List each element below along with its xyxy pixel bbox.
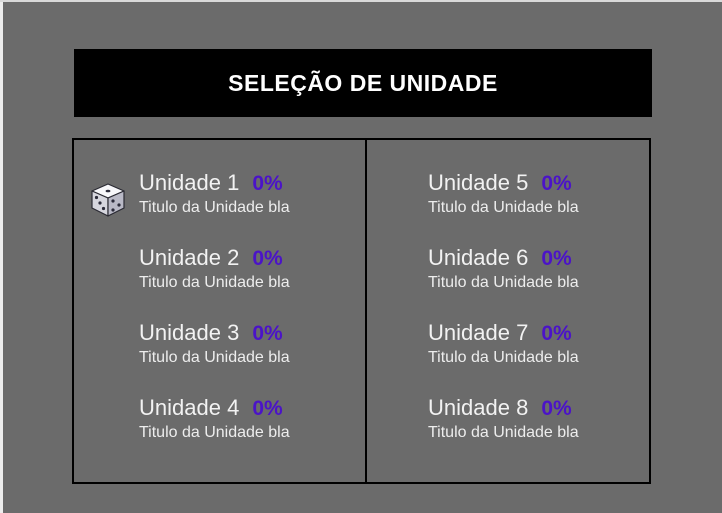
unit-subtitle: Titulo da Unidade bla — [428, 199, 579, 216]
unit-subtitle: Titulo da Unidade bla — [139, 424, 290, 441]
unit-name: Unidade 5 — [428, 170, 529, 195]
unit-progress: 0% — [252, 397, 283, 420]
unit-progress: 0% — [541, 397, 572, 420]
unit-subtitle: Titulo da Unidade bla — [139, 274, 290, 291]
unit-progress: 0% — [252, 322, 283, 345]
unit-progress: 0% — [541, 172, 572, 195]
unit-4[interactable]: Unidade 4 0% Titulo da Unidade bla — [139, 396, 290, 443]
unit-selection-screen: SELEÇÃO DE UNIDADE Unidade 1 0% Titulo d… — [0, 0, 722, 513]
window-edge-top — [0, 0, 722, 2]
unit-5[interactable]: Unidade 5 0% Titulo da Unidade bla — [428, 171, 579, 218]
unit-7[interactable]: Unidade 7 0% Titulo da Unidade bla — [428, 321, 579, 368]
unit-2[interactable]: Unidade 2 0% Titulo da Unidade bla — [139, 246, 290, 293]
unit-subtitle: Titulo da Unidade bla — [428, 349, 579, 366]
unit-progress: 0% — [252, 247, 283, 270]
unit-name: Unidade 6 — [428, 245, 529, 270]
unit-6[interactable]: Unidade 6 0% Titulo da Unidade bla — [428, 246, 579, 293]
unit-progress: 0% — [252, 172, 283, 195]
unit-name: Unidade 3 — [139, 320, 240, 345]
unit-progress: 0% — [541, 322, 572, 345]
unit-progress: 0% — [541, 247, 572, 270]
unit-name: Unidade 1 — [139, 170, 240, 195]
unit-name: Unidade 4 — [139, 395, 240, 420]
unit-name: Unidade 7 — [428, 320, 529, 345]
unit-name: Unidade 8 — [428, 395, 529, 420]
unit-3[interactable]: Unidade 3 0% Titulo da Unidade bla — [139, 321, 290, 368]
unit-name: Unidade 2 — [139, 245, 240, 270]
window-edge-left — [0, 0, 3, 513]
unit-8[interactable]: Unidade 8 0% Titulo da Unidade bla — [428, 396, 579, 443]
unit-subtitle: Titulo da Unidade bla — [139, 199, 290, 216]
unit-subtitle: Titulo da Unidade bla — [139, 349, 290, 366]
unit-1[interactable]: Unidade 1 0% Titulo da Unidade bla — [139, 171, 290, 218]
unit-subtitle: Titulo da Unidade bla — [428, 424, 579, 441]
unit-subtitle: Titulo da Unidade bla — [428, 274, 579, 291]
page-title: SELEÇÃO DE UNIDADE — [228, 69, 498, 96]
title-bar: SELEÇÃO DE UNIDADE — [74, 49, 652, 117]
dice-icon — [91, 183, 125, 217]
unit-panel: Unidade 1 0% Titulo da Unidade bla Unida… — [72, 138, 651, 484]
column-divider — [365, 140, 367, 482]
